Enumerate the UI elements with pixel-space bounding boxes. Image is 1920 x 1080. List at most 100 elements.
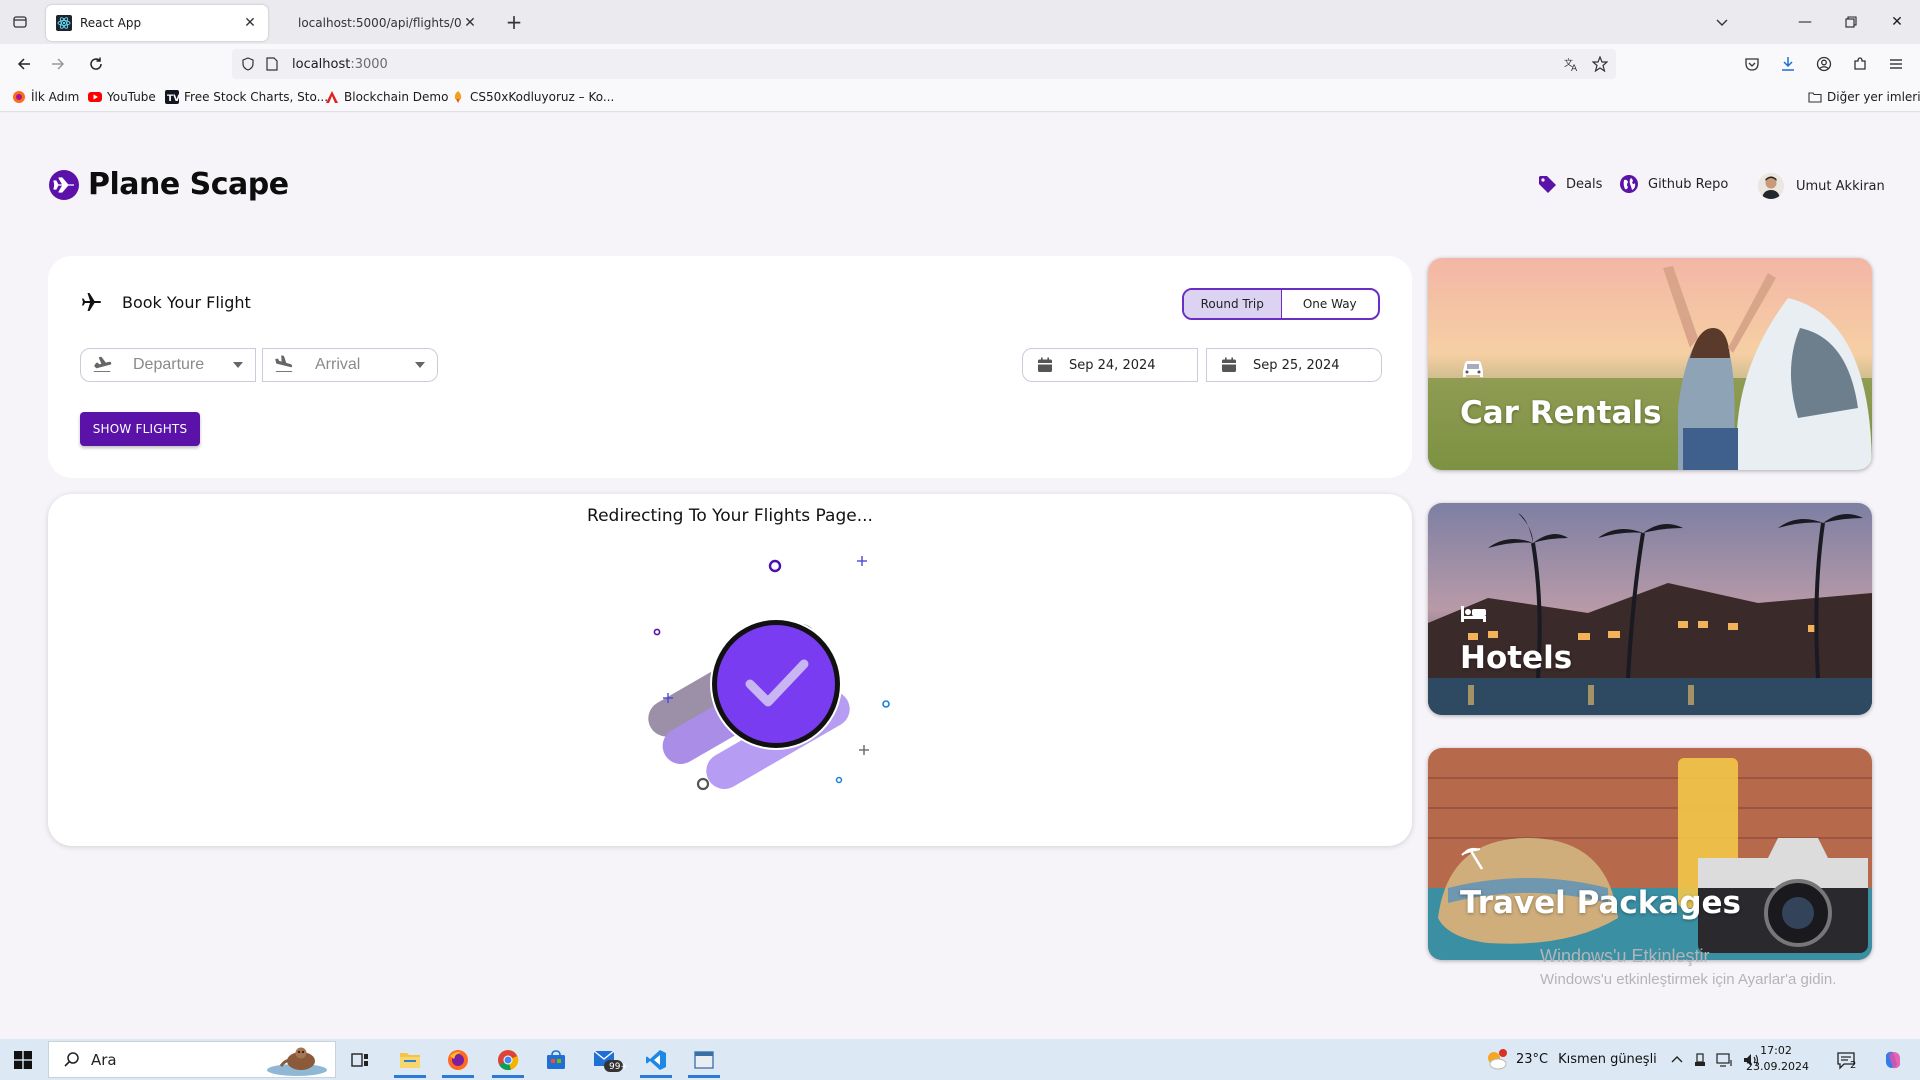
clock-time: 17:02 (1760, 1044, 1792, 1057)
airplane-icon (82, 293, 101, 311)
departure-select[interactable]: Departure (80, 348, 256, 382)
arrival-select[interactable]: Arrival (262, 348, 438, 382)
nav-deals[interactable]: Deals (1536, 173, 1602, 195)
bookmark-blockchain-demo[interactable]: Blockchain Demo (325, 90, 448, 104)
nav-user-profile[interactable]: Umut Akkiran (1758, 173, 1885, 199)
other-bookmarks[interactable]: Diğer yer imleri (1808, 90, 1920, 104)
redirect-card: Redirecting To Your Flights Page... (48, 494, 1412, 846)
clock-date: 23.09.2024 (1746, 1060, 1809, 1073)
mail-icon[interactable]: 99+ (586, 1042, 630, 1078)
taskbar-search-input[interactable]: Ara (48, 1041, 336, 1078)
travel-packages-card[interactable]: Travel Packages (1428, 748, 1872, 960)
microsoft-store-icon[interactable] (534, 1042, 578, 1078)
weather-widget[interactable]: 23°C Kısmen güneşli (1484, 1039, 1657, 1080)
chrome-taskbar-icon[interactable] (486, 1042, 530, 1078)
back-icon[interactable] (12, 52, 36, 76)
one-way-option[interactable]: One Way (1282, 290, 1379, 318)
folder-icon (1808, 92, 1822, 103)
windows-start-icon[interactable] (0, 1039, 46, 1080)
shield-icon[interactable] (240, 56, 256, 72)
firefox-taskbar-icon[interactable] (436, 1042, 480, 1078)
menu-icon[interactable] (1884, 52, 1908, 76)
success-check-illustration (648, 556, 890, 791)
chevron-down-icon (415, 362, 425, 368)
bookmark-youtube[interactable]: YouTube (88, 90, 156, 104)
calendar-icon (1038, 357, 1052, 372)
youtube-icon (88, 92, 102, 102)
bookmark-cs50x[interactable]: CS50xKodluyoruz – Ko... (451, 90, 614, 104)
restore-icon[interactable] (1828, 0, 1874, 44)
calendar-icon (1222, 357, 1236, 372)
car-rentals-card[interactable]: Car Rentals (1428, 258, 1872, 470)
url-port: :3000 (350, 56, 388, 72)
forward-icon[interactable] (46, 52, 70, 76)
downloads-icon[interactable] (1776, 52, 1800, 76)
arrival-placeholder: Arrival (315, 356, 361, 373)
car-icon (1463, 361, 1483, 377)
window-controls: — ✕ (1782, 0, 1920, 44)
search-placeholder: Ara (91, 1050, 117, 1069)
return-date-field[interactable]: Sep 25, 2024 (1206, 348, 1382, 382)
tab-title: React App (80, 16, 142, 30)
window-app-icon[interactable] (682, 1042, 726, 1078)
task-view-icon[interactable] (338, 1042, 382, 1078)
rocket-icon (454, 91, 462, 103)
account-icon[interactable] (1812, 52, 1836, 76)
new-tab-button[interactable]: + (502, 11, 526, 35)
plane-landing-icon (275, 355, 293, 372)
firefox-view-icon[interactable] (8, 10, 32, 34)
show-flights-button[interactable]: SHOW FLIGHTS (80, 412, 200, 446)
nav-deals-label: Deals (1566, 176, 1603, 192)
bookmark-ilk-adim[interactable]: İlk Adım (12, 90, 79, 104)
tab-react-app[interactable]: React App ✕ (46, 5, 268, 41)
system-clock[interactable]: 17:02 23.09.2024 (1746, 1043, 1809, 1075)
travel-packages-label: Travel Packages (1460, 885, 1741, 921)
blockchain-icon (326, 91, 338, 103)
pocket-icon[interactable] (1740, 52, 1764, 76)
translate-icon[interactable]: 文A (1564, 56, 1580, 74)
show-hidden-icons[interactable] (1670, 1039, 1684, 1080)
notifications-button[interactable]: 2 (1836, 1039, 1856, 1080)
hotels-card[interactable]: Hotels (1428, 503, 1872, 715)
network-icon[interactable] (1716, 1052, 1734, 1068)
hotels-label: Hotels (1460, 640, 1573, 676)
close-window-icon[interactable]: ✕ (1874, 0, 1920, 44)
extensions-icon[interactable] (1848, 52, 1872, 76)
react-favicon-icon (56, 15, 72, 31)
bookmark-stock-charts[interactable]: TV Free Stock Charts, Sto... (165, 90, 328, 104)
copilot-icon[interactable] (1882, 1039, 1904, 1080)
nav-github-repo[interactable]: Github Repo (1618, 173, 1728, 195)
tab-title: localhost:5000/api/flights/0/202 (298, 16, 462, 30)
search-highlight-otter-icon (267, 1047, 327, 1076)
logo-text: Plane Scape (88, 167, 289, 202)
bookmark-star-icon[interactable] (1591, 55, 1609, 73)
tab-api-flights[interactable]: localhost:5000/api/flights/0/202 ✕ (288, 5, 488, 41)
car-rentals-label: Car Rentals (1460, 395, 1662, 431)
firefox-icon (13, 91, 25, 103)
minimize-icon[interactable]: — (1782, 0, 1828, 44)
weather-text: Kısmen güneşli (1558, 1052, 1657, 1067)
svg-text:TV: TV (167, 94, 179, 104)
close-tab-icon[interactable]: ✕ (462, 15, 478, 31)
chevron-up-icon (1671, 1055, 1683, 1062)
partly-sunny-icon (1488, 1048, 1507, 1069)
bookmark-label: İlk Adım (31, 90, 80, 104)
vscode-icon[interactable] (634, 1042, 678, 1078)
site-logo[interactable]: Plane Scape (48, 167, 289, 202)
list-all-tabs-icon[interactable] (1710, 10, 1734, 34)
round-trip-option[interactable]: Round Trip (1184, 290, 1282, 318)
close-tab-icon[interactable]: ✕ (242, 15, 258, 31)
depart-date-field[interactable]: Sep 24, 2024 (1022, 348, 1198, 382)
windows-taskbar: Ara 99+ 23°C Kısmen güneşli 17:02 23.09.… (0, 1039, 1920, 1080)
windows-activation-watermark: Windows'u Etkinleştir Windows'u etkinleş… (1540, 946, 1836, 988)
bookmark-label: Free Stock Charts, Sto... (184, 90, 329, 104)
redirect-message: Redirecting To Your Flights Page... (587, 506, 873, 526)
usb-icon[interactable] (1692, 1052, 1708, 1068)
chevron-down-icon (233, 362, 243, 368)
file-explorer-icon[interactable] (388, 1042, 432, 1078)
bookmarks-bar: İlk Adım YouTube TV Free Stock Charts, S… (0, 84, 1920, 112)
url-bar[interactable]: localhost:3000 文A (232, 49, 1616, 79)
booking-title: Book Your Flight (122, 292, 251, 312)
web-page: Plane Scape Deals Github Repo Umut Akkir… (0, 113, 1920, 1039)
reload-icon[interactable] (84, 52, 108, 76)
